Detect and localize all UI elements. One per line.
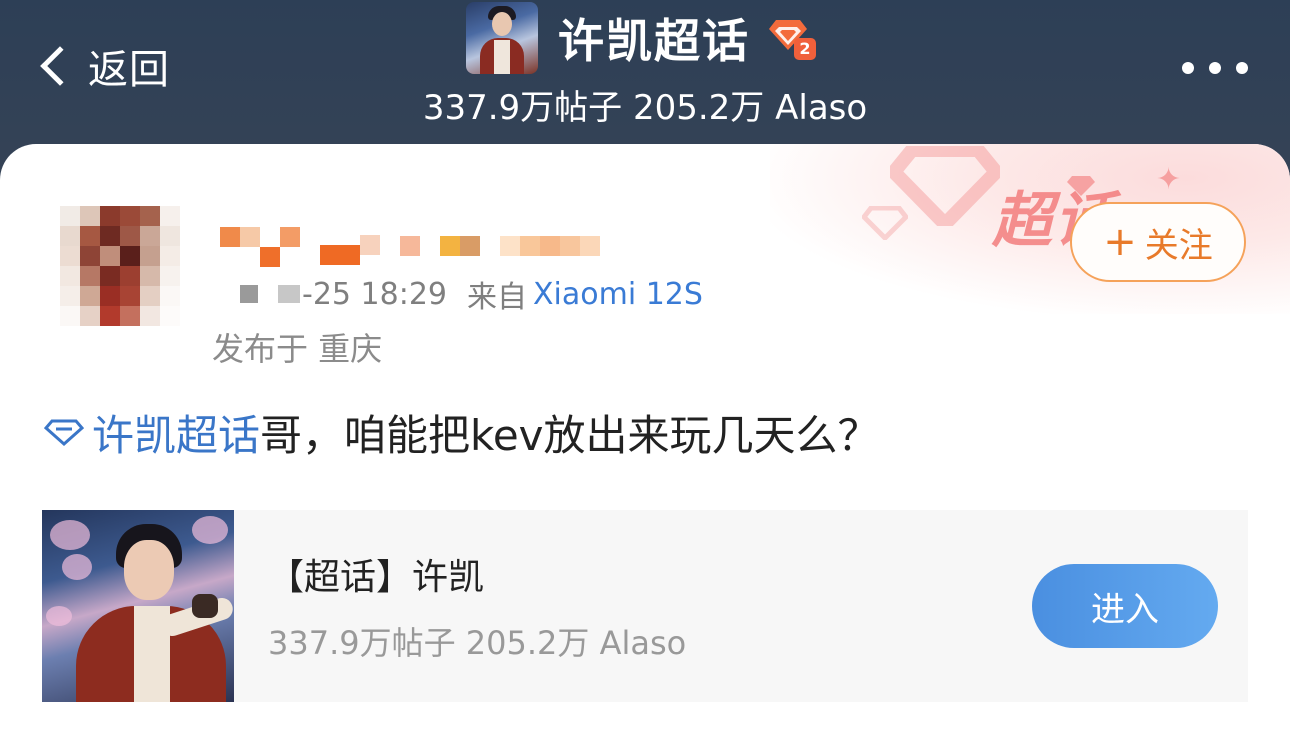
post-time: -25 18:29 xyxy=(302,276,447,312)
page-title: 许凯超话 xyxy=(558,14,750,68)
source-prefix: 来自 xyxy=(467,280,527,315)
username-redacted[interactable] xyxy=(220,224,600,268)
super-topic-card[interactable]: 【超话】许凯 337.9万帖子 205.2万 Alaso 进入 xyxy=(42,510,1248,702)
plus-icon: + xyxy=(1103,219,1137,265)
topic-card-stats: 337.9万帖子 205.2万 Alaso xyxy=(268,624,687,662)
enter-button[interactable]: 进入 xyxy=(1032,564,1218,648)
topic-link[interactable]: 许凯超话 xyxy=(44,402,260,463)
redacted-block xyxy=(240,285,258,303)
source-device-link[interactable]: Xiaomi 12S xyxy=(533,277,703,312)
topic-stats: 337.9万帖子 205.2万 Alaso xyxy=(422,88,868,128)
topic-link-label: 许凯超话 xyxy=(92,410,261,460)
post-card: 超话 ✦ -25 18:29 来自 Xiaomi 12S 发布于 重庆 + 关注… xyxy=(0,144,1290,736)
topic-card-info: 【超话】许凯 337.9万帖子 205.2万 Alaso xyxy=(268,548,1032,664)
topic-cover-image xyxy=(42,510,234,702)
back-label: 返回 xyxy=(88,47,170,93)
more-options-button[interactable] xyxy=(1182,58,1248,78)
post-meta: -25 18:29 来自 Xiaomi 12S xyxy=(240,274,703,315)
post-body-text: 哥，咱能把kev放出来玩几天么？ xyxy=(260,410,880,460)
follow-label: 关注 xyxy=(1144,225,1213,266)
sparkle-icon: ✦ xyxy=(1156,162,1182,197)
level-badge-icon: 2 xyxy=(768,18,816,60)
follow-button[interactable]: + 关注 xyxy=(1070,202,1246,282)
back-chevron-icon xyxy=(40,46,80,86)
level-number: 2 xyxy=(794,38,816,60)
post-location: 发布于 重庆 xyxy=(212,330,383,368)
dot-icon xyxy=(1182,62,1194,74)
back-button[interactable]: 返回 xyxy=(32,34,170,98)
gem-decoration-small-icon xyxy=(862,206,908,240)
top-header: 返回 许凯超话 2 337.9万帖子 205.2万 Alaso xyxy=(0,0,1290,150)
topic-card-title: 【超话】许凯 xyxy=(268,557,485,598)
topic-title-row: 许凯超话 2 xyxy=(466,2,816,74)
super-topic-gem-icon xyxy=(44,419,84,446)
post-content: 许凯超话 哥，咱能把kev放出来玩几天么？ xyxy=(44,402,880,462)
dot-icon xyxy=(1236,62,1248,74)
redacted-block xyxy=(278,285,300,303)
user-avatar[interactable] xyxy=(60,206,180,326)
dot-icon xyxy=(1209,62,1221,74)
topic-avatar[interactable] xyxy=(466,2,538,74)
